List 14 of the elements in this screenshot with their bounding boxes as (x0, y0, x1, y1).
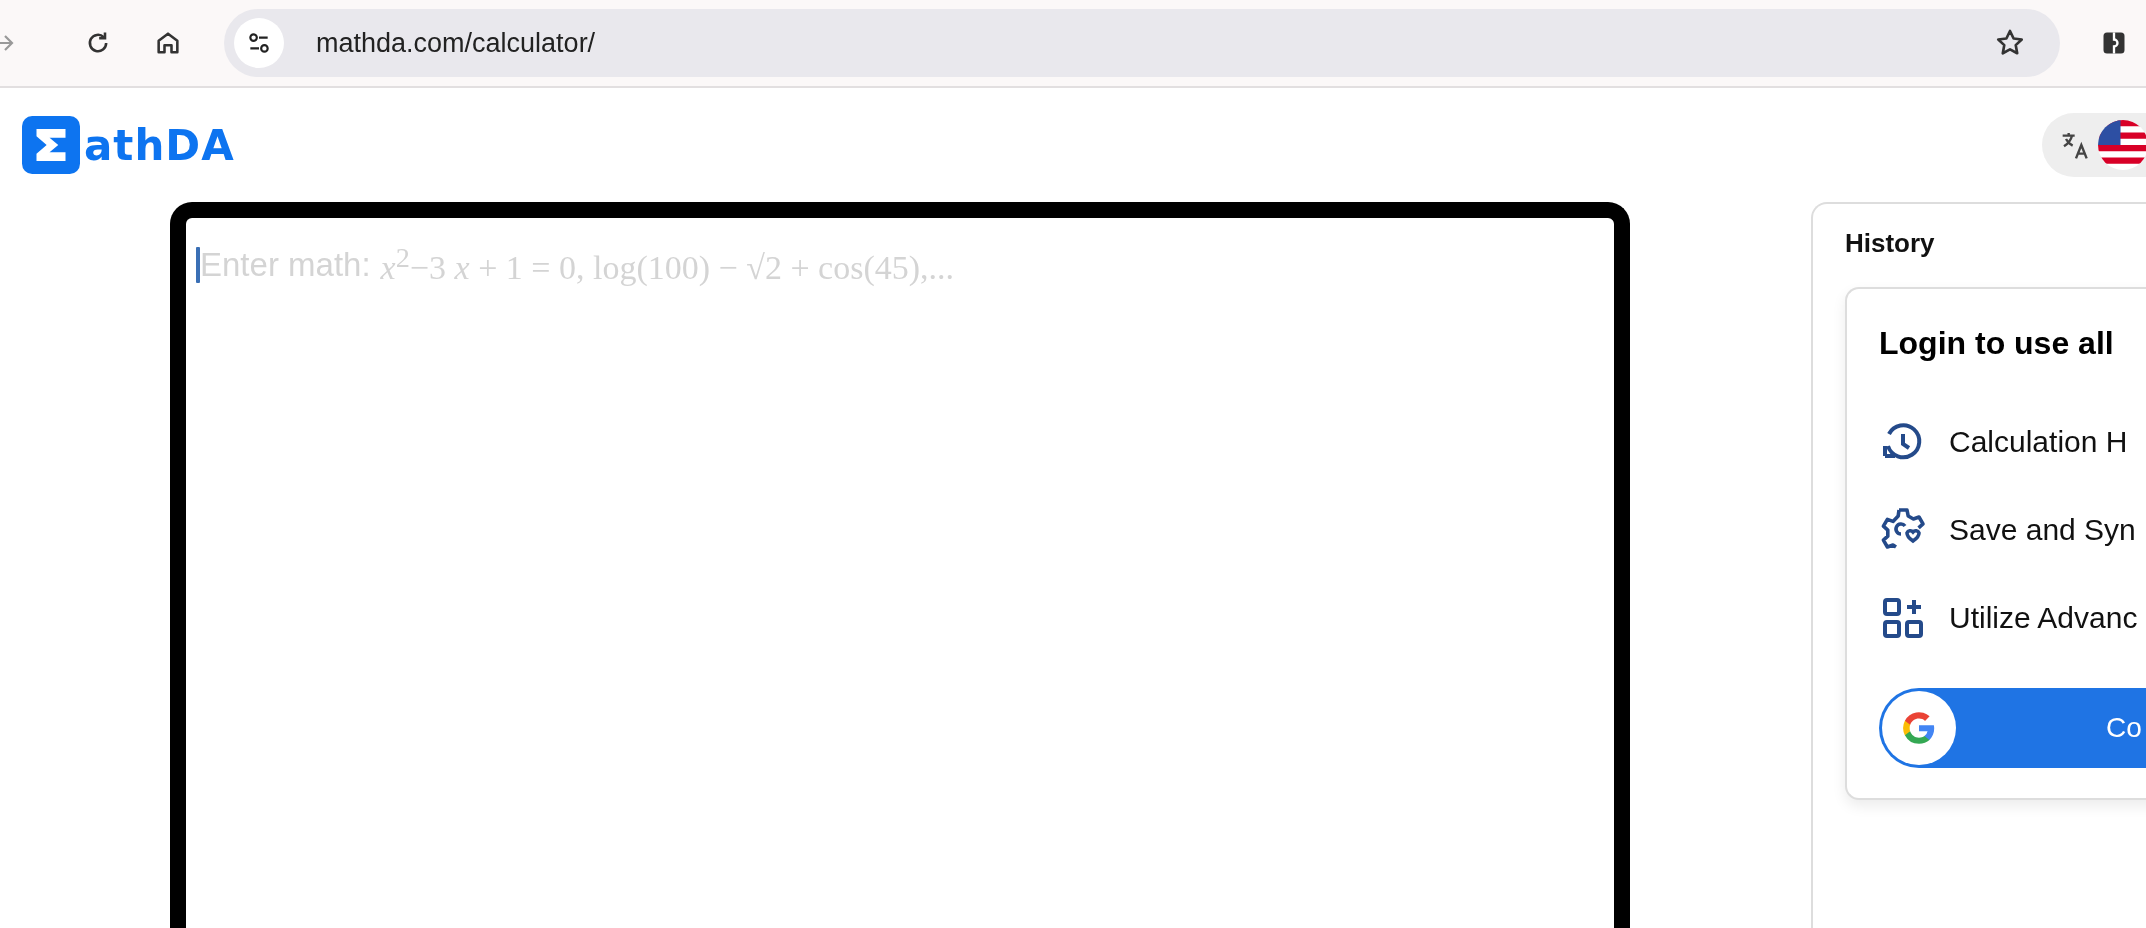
site-settings-icon[interactable] (234, 18, 284, 68)
feature-text: Save and Syn (1949, 513, 2136, 547)
feature-text: Utilize Advanc (1949, 601, 2138, 635)
feature-text: Calculation H (1949, 425, 2128, 459)
flag-icon (2098, 120, 2146, 170)
history-title: History (1845, 228, 1936, 259)
home-icon[interactable] (154, 29, 182, 57)
language-button[interactable] (2042, 113, 2146, 177)
login-title: Login to use all (1879, 325, 2115, 362)
logo-icon[interactable] (22, 116, 80, 174)
logo-text[interactable]: athDA (84, 120, 235, 170)
address-bar[interactable]: mathda.com/calculator/ (224, 9, 2060, 77)
url-text: mathda.com/calculator/ (316, 27, 597, 59)
google-login-button[interactable]: Co (1879, 688, 2146, 768)
